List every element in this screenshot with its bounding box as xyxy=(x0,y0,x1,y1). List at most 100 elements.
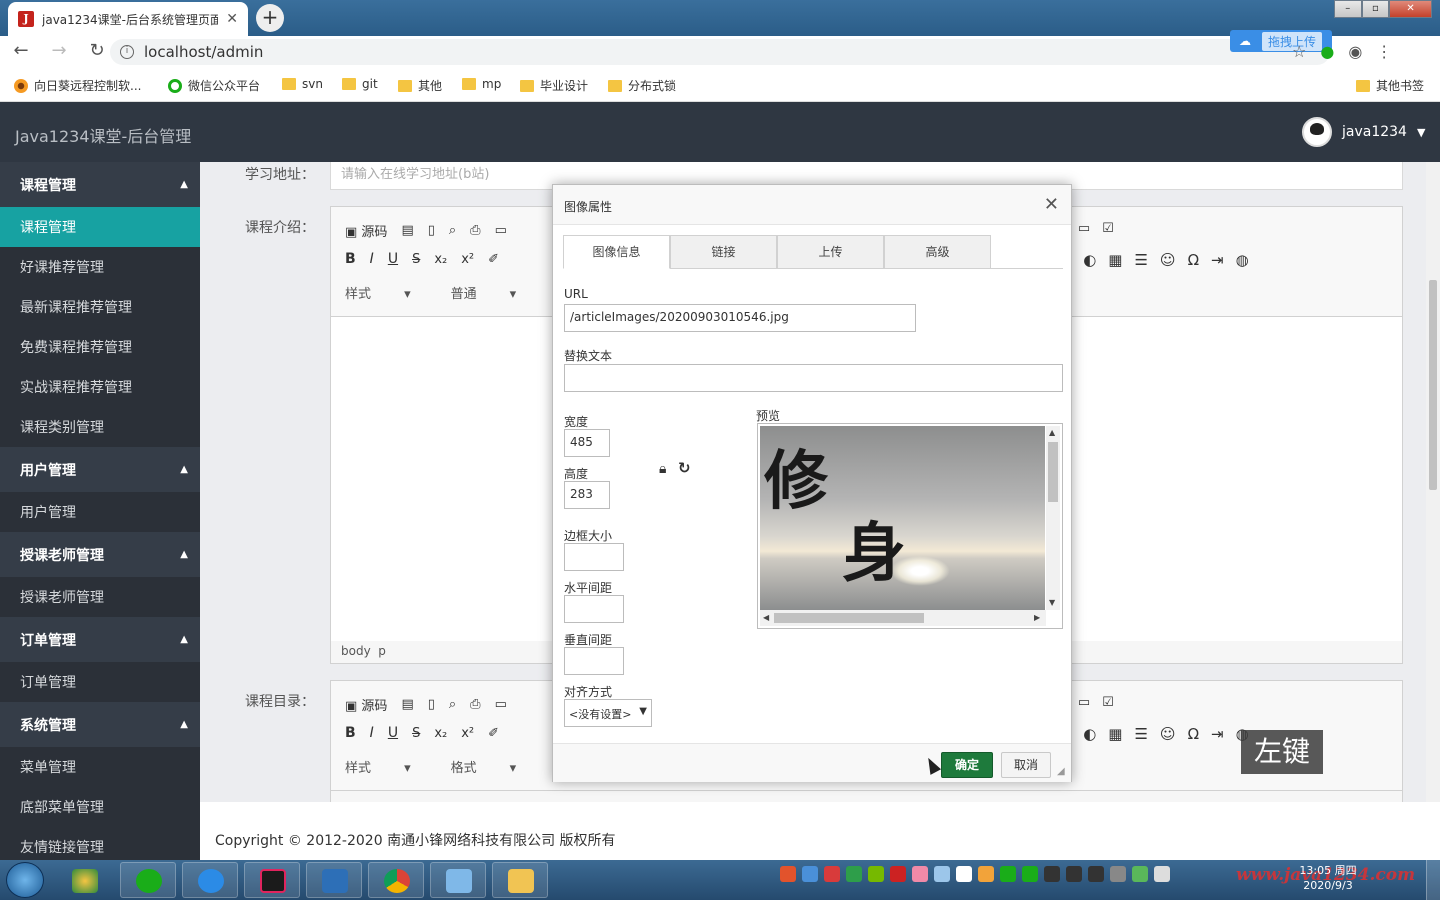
scroll-thumb[interactable] xyxy=(1048,442,1058,502)
print-icon[interactable]: ⎙ xyxy=(470,223,480,238)
browser-tab[interactable]: J java1234课堂-后台系统管理页面 ✕ xyxy=(8,2,248,36)
preview-hscroll[interactable]: ◀ ▶ xyxy=(760,610,1046,626)
sidebar-item-course-category[interactable]: 课程类别管理 xyxy=(0,407,200,447)
other-bookmarks[interactable]: 其他书签 xyxy=(1356,77,1424,94)
save-icon[interactable]: ▤ xyxy=(401,697,413,712)
sidebar-group-system[interactable]: 系统管理 ▲ xyxy=(0,702,200,747)
checkbox-icon[interactable]: ☑ xyxy=(1102,695,1114,710)
user-menu[interactable]: java1234 ▼ xyxy=(1302,117,1425,147)
ok-button[interactable]: 确定 xyxy=(941,752,993,778)
source-button[interactable]: ▣ 源码 xyxy=(345,221,387,240)
bookmark-item[interactable]: 向日葵远程控制软... xyxy=(14,77,141,94)
sidebar-group-user[interactable]: 用户管理 ▲ xyxy=(0,447,200,492)
smiley-icon[interactable]: ☺ xyxy=(1160,251,1176,269)
scroll-down-icon[interactable]: ▼ xyxy=(1049,598,1055,607)
width-input[interactable]: 485 xyxy=(564,429,610,457)
start-button[interactable] xyxy=(6,862,44,898)
iframe-icon[interactable]: ◍ xyxy=(1236,251,1249,269)
browser-taskbar-icon[interactable] xyxy=(182,862,238,898)
sidebar-item-course[interactable]: 课程管理 xyxy=(0,207,200,247)
button-icon[interactable]: ▭ xyxy=(1078,695,1090,710)
minimize-button[interactable]: – xyxy=(1334,0,1362,18)
tray-icon[interactable] xyxy=(780,866,796,882)
reset-size-icon[interactable]: ↻ xyxy=(678,459,691,477)
close-window-button[interactable]: ✕ xyxy=(1389,0,1433,18)
url-input[interactable]: /articleImages/20200903010546.jpg xyxy=(564,304,916,332)
template-icon[interactable]: ▭ xyxy=(495,697,507,712)
new-tab-button[interactable]: + xyxy=(256,4,284,32)
bold-icon[interactable]: B xyxy=(345,251,356,267)
resize-grip-icon[interactable]: ◢ xyxy=(1057,766,1065,777)
special-char-icon[interactable]: Ω xyxy=(1188,725,1199,743)
bookmark-item[interactable]: 毕业设计 xyxy=(520,77,588,94)
special-char-icon[interactable]: Ω xyxy=(1188,251,1199,269)
checkbox-icon[interactable]: ☑ xyxy=(1102,221,1114,236)
save-icon[interactable]: ▤ xyxy=(401,223,413,238)
info-icon[interactable]: i xyxy=(120,45,134,59)
show-desktop-button[interactable] xyxy=(1426,860,1440,900)
sidebar-item-bottom-menu[interactable]: 底部菜单管理 xyxy=(0,787,200,827)
superscript-icon[interactable]: x² xyxy=(461,726,474,741)
qq-icon[interactable] xyxy=(1044,866,1060,882)
page-scrollbar[interactable] xyxy=(1426,162,1440,802)
vspace-input[interactable] xyxy=(564,647,624,675)
tray-icon[interactable] xyxy=(868,866,884,882)
tray-icon[interactable] xyxy=(912,866,928,882)
extension-icon[interactable]: ● xyxy=(1320,42,1334,61)
shield-icon[interactable] xyxy=(846,866,862,882)
sidebar-group-course[interactable]: 课程管理 ▲ xyxy=(0,162,200,207)
strike-icon[interactable]: S xyxy=(412,726,420,741)
pagebreak-icon[interactable]: ⇥ xyxy=(1211,251,1224,269)
network-icon[interactable] xyxy=(1110,866,1126,882)
style-select[interactable]: 样式 ▾ xyxy=(345,283,411,302)
style-select[interactable]: 样式 ▾ xyxy=(345,757,411,776)
forward-icon[interactable]: → xyxy=(48,40,70,61)
explorer-taskbar-icon[interactable] xyxy=(492,862,548,898)
qq-icon[interactable] xyxy=(1088,866,1104,882)
lock-ratio-icon[interactable]: 🔒︎ xyxy=(659,461,666,477)
close-icon[interactable]: ✕ xyxy=(1044,194,1059,215)
bookmark-item[interactable]: mp xyxy=(462,77,501,91)
preview-icon[interactable]: ⌕ xyxy=(449,223,456,238)
source-button[interactable]: ▣ 源码 xyxy=(345,695,387,714)
format-select[interactable]: 普通 ▾ xyxy=(451,283,517,302)
bold-icon[interactable]: B xyxy=(345,725,356,741)
bookmark-item[interactable]: 微信公众平台 xyxy=(168,77,260,94)
menu-icon[interactable]: ⋮ xyxy=(1376,42,1392,61)
subscript-icon[interactable]: x₂ xyxy=(434,726,447,741)
preview-icon[interactable]: ⌕ xyxy=(449,697,456,712)
alt-text-input[interactable] xyxy=(564,364,1063,392)
preview-vscroll[interactable]: ▲ ▼ xyxy=(1046,426,1060,610)
height-input[interactable]: 283 xyxy=(564,481,610,509)
wechat-icon[interactable] xyxy=(1000,866,1016,882)
chrome-taskbar-icon[interactable] xyxy=(368,862,424,898)
tray-icon[interactable] xyxy=(956,866,972,882)
scroll-left-icon[interactable]: ◀ xyxy=(763,613,769,622)
scroll-up-icon[interactable]: ▲ xyxy=(1049,428,1055,437)
clock[interactable]: 13:05 周四 2020/9/3 xyxy=(1298,863,1358,893)
wechat-taskbar-icon[interactable] xyxy=(120,862,176,898)
address-bar[interactable]: i localhost/admin xyxy=(110,39,1330,65)
tray-icon[interactable] xyxy=(978,866,994,882)
bookmark-item[interactable]: svn xyxy=(282,77,323,91)
sidebar-item-practical-course[interactable]: 实战课程推荐管理 xyxy=(0,367,200,407)
superscript-icon[interactable]: x² xyxy=(461,252,474,267)
align-select[interactable]: <没有设置> ▼ xyxy=(564,699,652,727)
italic-icon[interactable]: I xyxy=(370,725,374,741)
new-page-icon[interactable]: ▯ xyxy=(428,223,435,238)
intellij-taskbar-icon[interactable] xyxy=(244,862,300,898)
sidebar-item-latest-course[interactable]: 最新课程推荐管理 xyxy=(0,287,200,327)
button-icon[interactable]: ▭ xyxy=(1078,221,1090,236)
scroll-thumb[interactable] xyxy=(774,613,924,623)
format-select[interactable]: 格式 ▾ xyxy=(451,757,517,776)
star-icon[interactable]: ☆ xyxy=(1292,42,1306,61)
sidebar-item-free-course[interactable]: 免费课程推荐管理 xyxy=(0,327,200,367)
tab-link[interactable]: 链接 xyxy=(670,235,777,269)
print-icon[interactable]: ⎙ xyxy=(470,697,480,712)
notes-taskbar-icon[interactable] xyxy=(430,862,486,898)
tab-close-icon[interactable]: ✕ xyxy=(226,11,238,27)
underline-icon[interactable]: U xyxy=(388,251,398,267)
sidebar-group-teacher[interactable]: 授课老师管理 ▲ xyxy=(0,532,200,577)
flash-icon[interactable]: ◐ xyxy=(1083,251,1096,269)
border-input[interactable] xyxy=(564,543,624,571)
